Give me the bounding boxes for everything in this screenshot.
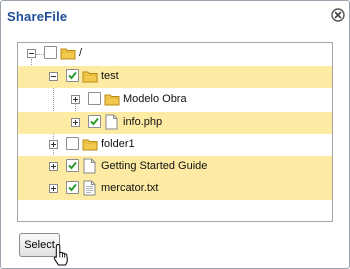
- expand-toggle[interactable]: [49, 184, 58, 193]
- hand-pointer-cursor-icon: [53, 243, 71, 267]
- expand-toggle[interactable]: [49, 140, 58, 149]
- blank-file-icon: [105, 114, 118, 135]
- expand-toggle[interactable]: [49, 162, 58, 171]
- dialog-title: ShareFile: [7, 9, 68, 24]
- checkbox-getting-started-guide[interactable]: [66, 159, 79, 172]
- tree-row-test[interactable]: test: [18, 66, 332, 88]
- collapse-toggle[interactable]: [49, 72, 58, 81]
- checkbox-folder1[interactable]: [66, 137, 79, 150]
- collapse-toggle[interactable]: [27, 49, 36, 58]
- folder-icon: [82, 69, 98, 88]
- checkbox-modelo-obra[interactable]: [88, 92, 101, 105]
- checkbox-info-php[interactable]: [88, 115, 101, 128]
- tree-label: test: [101, 70, 119, 82]
- dialog-titlebar: ShareFile: [1, 1, 349, 33]
- blank-file-icon: [83, 158, 96, 179]
- checkbox-mercator-txt[interactable]: [66, 181, 79, 194]
- tree-label: folder1: [101, 138, 135, 150]
- sharefile-dialog: ShareFile / test Modelo Obra info.php fo…: [0, 0, 350, 269]
- tree-label: Getting Started Guide: [101, 160, 208, 172]
- folder-icon: [82, 137, 98, 156]
- checkbox-root[interactable]: [44, 46, 57, 59]
- folder-icon: [104, 92, 120, 111]
- expand-toggle[interactable]: [71, 95, 80, 104]
- file-tree-panel[interactable]: / test Modelo Obra info.php folder1 Gett…: [17, 42, 333, 222]
- tree-row-root[interactable]: /: [18, 43, 332, 65]
- tree-row-getting-started-guide[interactable]: Getting Started Guide: [18, 156, 332, 178]
- tree-row-mercator-txt[interactable]: mercator.txt: [18, 178, 332, 200]
- tree-label: info.php: [123, 116, 163, 128]
- checkbox-test[interactable]: [66, 69, 79, 82]
- tree-label-root: /: [79, 47, 83, 59]
- expand-toggle[interactable]: [71, 118, 80, 127]
- tree-label: Modelo Obra: [123, 93, 187, 105]
- folder-icon: [60, 46, 76, 65]
- text-file-icon: [83, 180, 96, 201]
- tree-row-folder1[interactable]: folder1: [18, 134, 332, 156]
- tree-row-modelo-obra[interactable]: Modelo Obra: [18, 89, 332, 111]
- tree-row-info-php[interactable]: info.php: [18, 112, 332, 134]
- close-icon[interactable]: [331, 8, 345, 22]
- tree-label: mercator.txt: [101, 182, 159, 194]
